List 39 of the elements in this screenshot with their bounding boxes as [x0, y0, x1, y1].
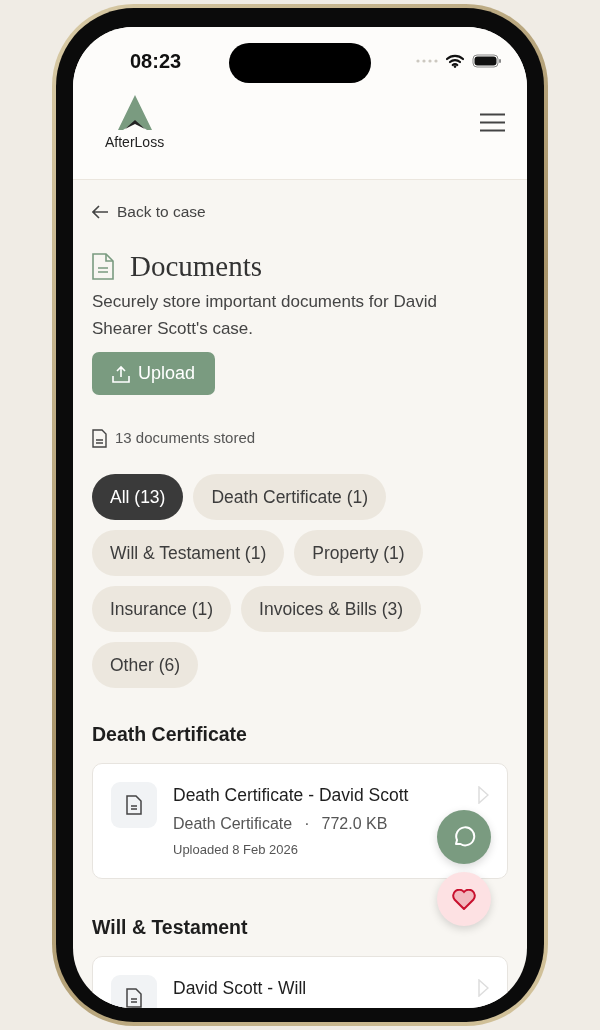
filter-chip[interactable]: Invoices & Bills (3): [241, 585, 422, 632]
logo[interactable]: AfterLoss: [105, 95, 165, 149]
separator-dot: ·: [304, 814, 310, 835]
status-time: 08:23: [130, 49, 182, 74]
filter-chip[interactable]: Insurance (1): [92, 585, 232, 632]
document-icon: [126, 987, 142, 1008]
battery-icon: [472, 54, 502, 68]
upload-date: Uploaded 8 Feb 2026: [173, 841, 300, 860]
document-type: Death Certificate: [173, 814, 293, 835]
filter-chip[interactable]: Property (1): [294, 529, 423, 576]
arrow-left-icon: [92, 204, 109, 219]
document-icon: [126, 794, 142, 815]
chat-icon: [452, 825, 476, 849]
signal-icon: [416, 59, 438, 63]
filter-chip[interactable]: Other (6): [92, 641, 199, 688]
filter-chip[interactable]: Will & Testament (1): [92, 529, 285, 576]
section-heading: Death Certificate: [92, 721, 248, 747]
back-link[interactable]: Back to case: [92, 200, 206, 224]
logo-icon: [116, 95, 153, 131]
heart-button[interactable]: [437, 872, 491, 926]
document-count: 13 documents stored: [115, 428, 256, 449]
document-title: David Scott - Will: [173, 976, 308, 1000]
upload-icon: [112, 364, 130, 383]
document-icon: [92, 252, 114, 280]
document-card[interactable]: Death Certificate - David Scott Death Certificate · 772.0 KB Uploaded 8 Feb 2026: [92, 762, 508, 879]
section-heading: Will & Testament: [92, 914, 249, 940]
page-description: Securely store important documents for David Shearer Scott's case.: [92, 291, 438, 341]
file-size: 772.0 KB: [321, 814, 388, 835]
document-icon: [92, 428, 107, 448]
document-title: Death Certificate - David Scott: [173, 783, 410, 807]
chevron-right-icon: [478, 785, 489, 804]
filter-chip[interactable]: Death Certificate (1): [193, 473, 387, 520]
menu-icon[interactable]: [480, 113, 505, 132]
document-card[interactable]: David Scott - Will: [92, 955, 508, 1008]
chevron-right-icon: [478, 978, 489, 997]
filter-chip[interactable]: All (13): [92, 473, 184, 520]
wifi-icon: [446, 54, 464, 68]
heart-icon: [452, 888, 476, 910]
page-title: Documents: [130, 248, 263, 284]
